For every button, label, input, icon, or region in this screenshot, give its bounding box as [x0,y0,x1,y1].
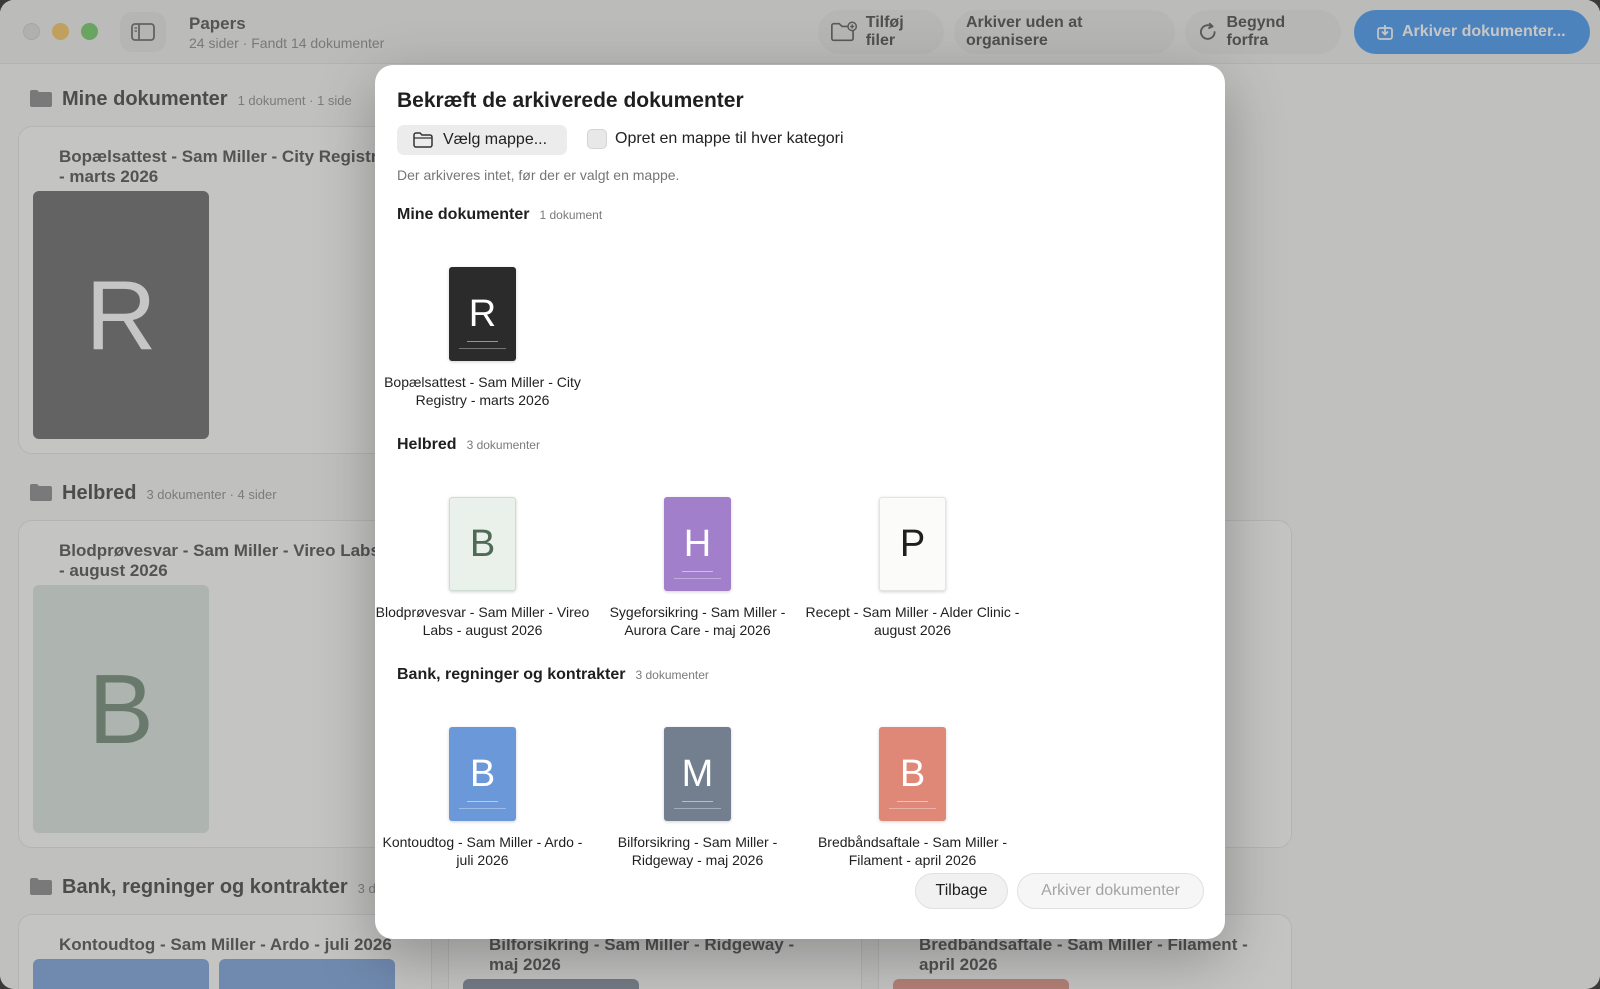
document-item[interactable]: P Recept - Sam Miller - Alder Clinic - a… [805,497,1020,639]
create-folder-option[interactable]: Opret en mappe til hver kategori [587,129,844,149]
group-title: Bank, regninger og kontrakter [397,666,626,683]
group-title: Mine dokumenter [397,206,530,223]
document-thumbnail: B [449,723,520,821]
document-thumbnail: P [879,497,946,591]
back-button[interactable]: Tilbage [915,873,1008,909]
folder-icon [413,132,433,148]
thumbnail-letter: B [899,752,926,795]
dialog-title: Bekræft de arkiverede dokumenter [397,89,744,112]
document-item[interactable]: B Bredbåndsaftale - Sam Miller - Filamen… [805,727,1020,869]
confirm-archive-dialog: Bekræft de arkiverede dokumenter Vælg ma… [375,65,1225,939]
document-item[interactable]: B Kontoudtog - Sam Miller - Ardo - juli … [375,723,590,869]
document-label: Bopælsattest - Sam Miller - City Registr… [384,374,581,408]
archive-documents-button[interactable]: Arkiver dokumenter [1017,873,1204,909]
choose-folder-label: Vælg mappe... [443,131,548,148]
group-title: Helbred [397,436,457,453]
document-item[interactable]: R Bopælsattest - Sam Miller - City Regis… [375,267,590,409]
document-item[interactable]: B Blodprøvesvar - Sam Miller - Vireo Lab… [375,497,590,639]
document-label: Blodprøvesvar - Sam Miller - Vireo Labs … [375,604,590,638]
document-label: Bilforsikring - Sam Miller - Ridgeway - … [617,834,778,868]
document-thumbnail: B [879,727,946,821]
group-meta: 3 dokumenter [466,438,540,452]
group-header-mine: Mine dokumenter 1 dokument [397,206,602,224]
document-label: Bredbåndsaftale - Sam Miller - Filament … [817,834,1008,868]
thumbnail-letter: B [469,522,496,565]
thumbnail-letter: B [469,752,496,795]
document-item[interactable]: H Sygeforsikring - Sam Miller - Aurora C… [590,493,805,639]
app-window: Papers 24 sider · Fandt 14 dokumenter Ti… [0,0,1600,989]
document-thumbnail: H [664,493,735,591]
group-meta: 3 dokumenter [635,668,709,682]
thumbnail-letter: M [681,752,714,795]
choose-folder-button[interactable]: Vælg mappe... [397,125,567,155]
document-label: Kontoudtog - Sam Miller - Ardo - juli 20… [382,834,583,868]
group-header-bank: Bank, regninger og kontrakter 3 dokument… [397,666,709,684]
thumbnail-letter: H [683,522,712,565]
document-label: Recept - Sam Miller - Alder Clinic - aug… [805,604,1020,638]
create-folder-label: Opret en mappe til hver kategori [615,130,844,147]
document-thumbnail: B [449,497,516,591]
document-thumbnail: R [449,267,516,361]
thumbnail-letter: R [468,292,497,335]
create-folder-checkbox[interactable] [587,129,607,149]
thumbnail-letter: P [899,522,926,565]
group-meta: 1 dokument [539,208,603,222]
document-label: Sygeforsikring - Sam Miller - Aurora Car… [609,604,786,638]
group-header-health: Helbred 3 dokumenter [397,436,540,454]
hint-text: Der arkiveres intet, før der er valgt en… [397,167,680,183]
document-thumbnail: M [664,727,731,821]
document-item[interactable]: M Bilforsikring - Sam Miller - Ridgeway … [590,727,805,869]
